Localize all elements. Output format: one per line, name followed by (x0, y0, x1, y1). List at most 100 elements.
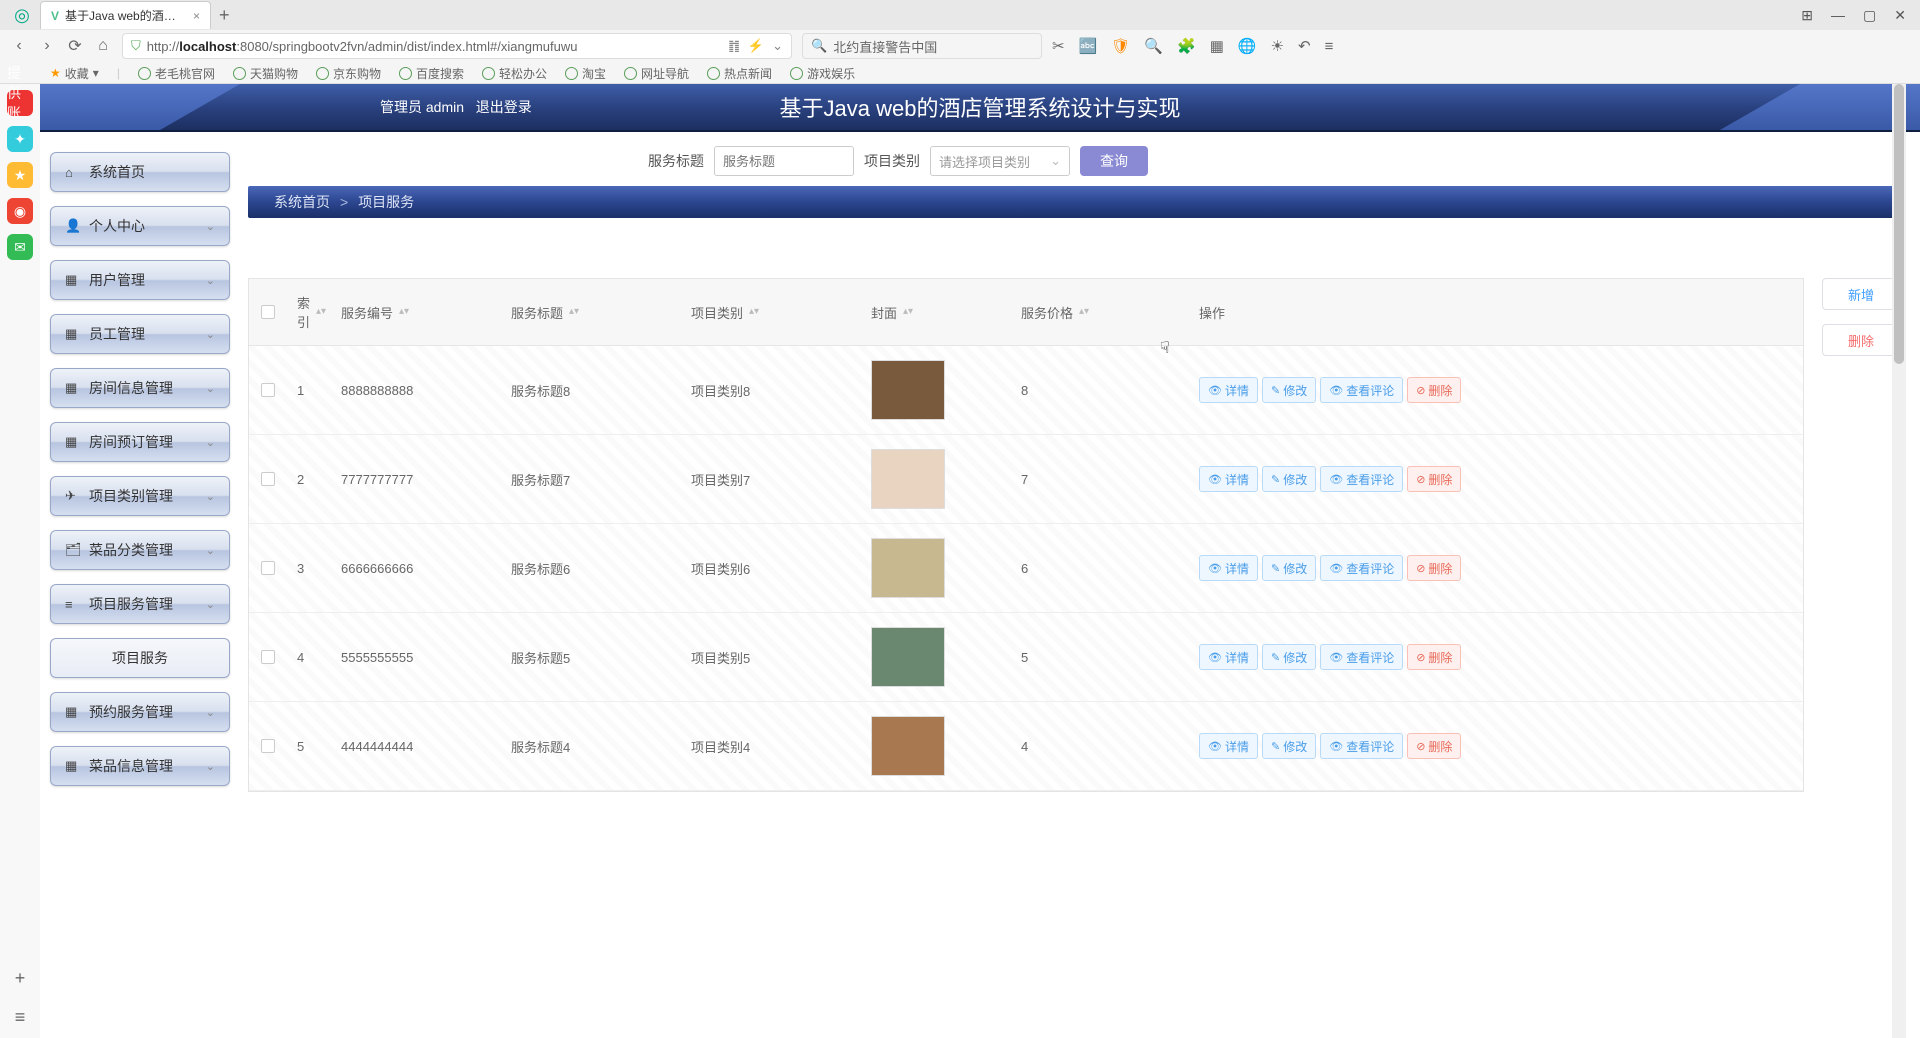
bookmark-item[interactable]: 天猫购物 (233, 65, 298, 82)
sidebar-item[interactable]: ≡项目服务管理⌄ (50, 584, 230, 624)
sidebar: ⌂系统首页 👤个人中心⌄ ▦用户管理⌄ ▦员工管理⌄ ▦房间信息管理⌄ ▦房间预订管理⌄ ✈… (40, 132, 240, 820)
undo-icon[interactable]: ↶ (1298, 37, 1311, 55)
page-scrollbar[interactable] (1892, 84, 1906, 1038)
search-button[interactable]: 查询 (1080, 146, 1148, 176)
sidebar-item[interactable]: 项目服务 (50, 638, 230, 678)
globe-icon[interactable]: 🌐 (1238, 37, 1257, 55)
logout-link[interactable]: 退出登录 (476, 99, 532, 115)
extension-icon[interactable]: ⊞ (1801, 7, 1813, 24)
gear-icon[interactable]: ☀ (1271, 37, 1284, 55)
search-box[interactable]: 🔍 北约直接警告中国 (802, 33, 1042, 59)
reload-button[interactable]: ⟳ (66, 36, 84, 56)
delete-button[interactable]: ⊘删除 (1407, 466, 1461, 492)
side-actions: 新增 删除 (1822, 278, 1900, 356)
sidebar-item[interactable]: 🗂菜品分类管理⌄ (50, 530, 230, 570)
edit-button[interactable]: ✎修改 (1262, 733, 1316, 759)
comments-button[interactable]: 👁查看评论 (1320, 555, 1403, 581)
maximize-icon[interactable]: ▢ (1863, 7, 1876, 24)
th-checkbox[interactable] (249, 279, 287, 345)
sidebar-item[interactable]: ▦房间信息管理⌄ (50, 368, 230, 408)
rail-mail-icon[interactable]: ✉ (7, 234, 33, 260)
rail-list-icon[interactable]: ≡ (15, 1007, 26, 1028)
menu-label: 项目服务管理 (89, 594, 173, 614)
menu-icon[interactable]: ≡ (1325, 38, 1334, 55)
rail-app1-icon[interactable]: ✦ (7, 126, 33, 152)
bookmark-item[interactable]: 淘宝 (565, 65, 606, 82)
rail-add-icon[interactable]: + (15, 968, 26, 989)
th-title[interactable]: 服务标题▴▾ (501, 279, 681, 345)
detail-button[interactable]: 👁详情 (1199, 377, 1258, 403)
sidebar-item[interactable]: 👤个人中心⌄ (50, 206, 230, 246)
bookmark-item[interactable]: 游戏娱乐 (790, 65, 855, 82)
delete-button[interactable]: ⊘删除 (1407, 733, 1461, 759)
delete-button[interactable]: ⊘删除 (1407, 377, 1461, 403)
filter-title-input[interactable] (714, 146, 854, 176)
row-checkbox[interactable] (249, 435, 287, 523)
th-code[interactable]: 服务编号▴▾ (331, 279, 501, 345)
comments-button[interactable]: 👁查看评论 (1320, 377, 1403, 403)
browser-tab[interactable]: V 基于Java web的酒店管理系统设... × (40, 1, 211, 29)
filter-cat-select[interactable]: 请选择项目类别 ⌄ (930, 146, 1070, 176)
sidebar-item[interactable]: ▦菜品信息管理⌄ (50, 746, 230, 786)
puzzle-icon[interactable]: 🧩 (1177, 37, 1196, 55)
bookmark-item[interactable]: 热点新闻 (707, 65, 772, 82)
forward-button[interactable]: › (38, 37, 56, 55)
rail-login-icon[interactable]: 提供账号 (7, 90, 33, 116)
edit-button[interactable]: ✎修改 (1262, 466, 1316, 492)
th-price[interactable]: 服务价格▴▾ (1011, 279, 1189, 345)
rail-app2-icon[interactable]: ★ (7, 162, 33, 188)
comments-button[interactable]: 👁查看评论 (1320, 466, 1403, 492)
fast-icon[interactable]: ⚡ (748, 38, 764, 54)
bookmark-item[interactable]: 轻松办公 (482, 65, 547, 82)
sidebar-item[interactable]: ▦预约服务管理⌄ (50, 692, 230, 732)
sidebar-item[interactable]: ✈项目类别管理⌄ (50, 476, 230, 516)
edit-button[interactable]: ✎修改 (1262, 555, 1316, 581)
comments-button[interactable]: 👁查看评论 (1320, 733, 1403, 759)
th-index[interactable]: 索引▴▾ (287, 279, 331, 345)
breadcrumb-home[interactable]: 系统首页 (274, 192, 330, 212)
detail-button[interactable]: 👁详情 (1199, 555, 1258, 581)
home-button[interactable]: ⌂ (94, 37, 112, 55)
translate-icon[interactable]: ䷇ (728, 38, 740, 54)
add-button[interactable]: 新增 (1822, 278, 1900, 310)
minimize-icon[interactable]: — (1831, 7, 1845, 24)
row-checkbox[interactable] (249, 702, 287, 790)
scissors-icon[interactable]: ✂ (1052, 37, 1065, 55)
row-checkbox[interactable] (249, 613, 287, 701)
bookmark-item[interactable]: 京东购物 (316, 65, 381, 82)
back-button[interactable]: ‹ (10, 37, 28, 55)
new-tab-button[interactable]: + (219, 5, 230, 26)
translate-tool-icon[interactable]: 🔤 (1079, 37, 1098, 55)
nav-bar: ‹ › ⟳ ⌂ ⛉ http://localhost:8080/springbo… (0, 30, 1920, 62)
chevron-down-icon[interactable]: ⌄ (772, 38, 783, 54)
th-category[interactable]: 项目类别▴▾ (681, 279, 861, 345)
bookmark-item[interactable]: 网址导航 (624, 65, 689, 82)
security-icon[interactable]: 🛡 (1111, 37, 1130, 55)
chevron-down-icon: ⌄ (206, 274, 215, 287)
rail-weibo-icon[interactable]: ◉ (7, 198, 33, 224)
close-window-icon[interactable]: ✕ (1894, 7, 1906, 24)
detail-button[interactable]: 👁详情 (1199, 733, 1258, 759)
row-checkbox[interactable] (249, 524, 287, 612)
th-cover[interactable]: 封面▴▾ (861, 279, 1011, 345)
bulk-delete-button[interactable]: 删除 (1822, 324, 1900, 356)
bookmarks-label[interactable]: ★收藏 ▾ (50, 65, 99, 82)
row-checkbox[interactable] (249, 346, 287, 434)
sidebar-item[interactable]: ▦用户管理⌄ (50, 260, 230, 300)
zoom-icon[interactable]: 🔍 (1144, 37, 1163, 55)
close-tab-icon[interactable]: × (193, 9, 200, 23)
delete-button[interactable]: ⊘删除 (1407, 555, 1461, 581)
sidebar-item[interactable]: ▦员工管理⌄ (50, 314, 230, 354)
sidebar-item[interactable]: ⌂系统首页 (50, 152, 230, 192)
delete-button[interactable]: ⊘删除 (1407, 644, 1461, 670)
bookmark-item[interactable]: 百度搜索 (399, 65, 464, 82)
sidebar-item[interactable]: ▦房间预订管理⌄ (50, 422, 230, 462)
grid-icon[interactable]: ▦ (1210, 37, 1224, 55)
detail-button[interactable]: 👁详情 (1199, 466, 1258, 492)
url-bar[interactable]: ⛉ http://localhost:8080/springbootv2fvn/… (122, 33, 792, 59)
comments-button[interactable]: 👁查看评论 (1320, 644, 1403, 670)
bookmark-item[interactable]: 老毛桃官网 (138, 65, 215, 82)
edit-button[interactable]: ✎修改 (1262, 644, 1316, 670)
detail-button[interactable]: 👁详情 (1199, 644, 1258, 670)
edit-button[interactable]: ✎修改 (1262, 377, 1316, 403)
